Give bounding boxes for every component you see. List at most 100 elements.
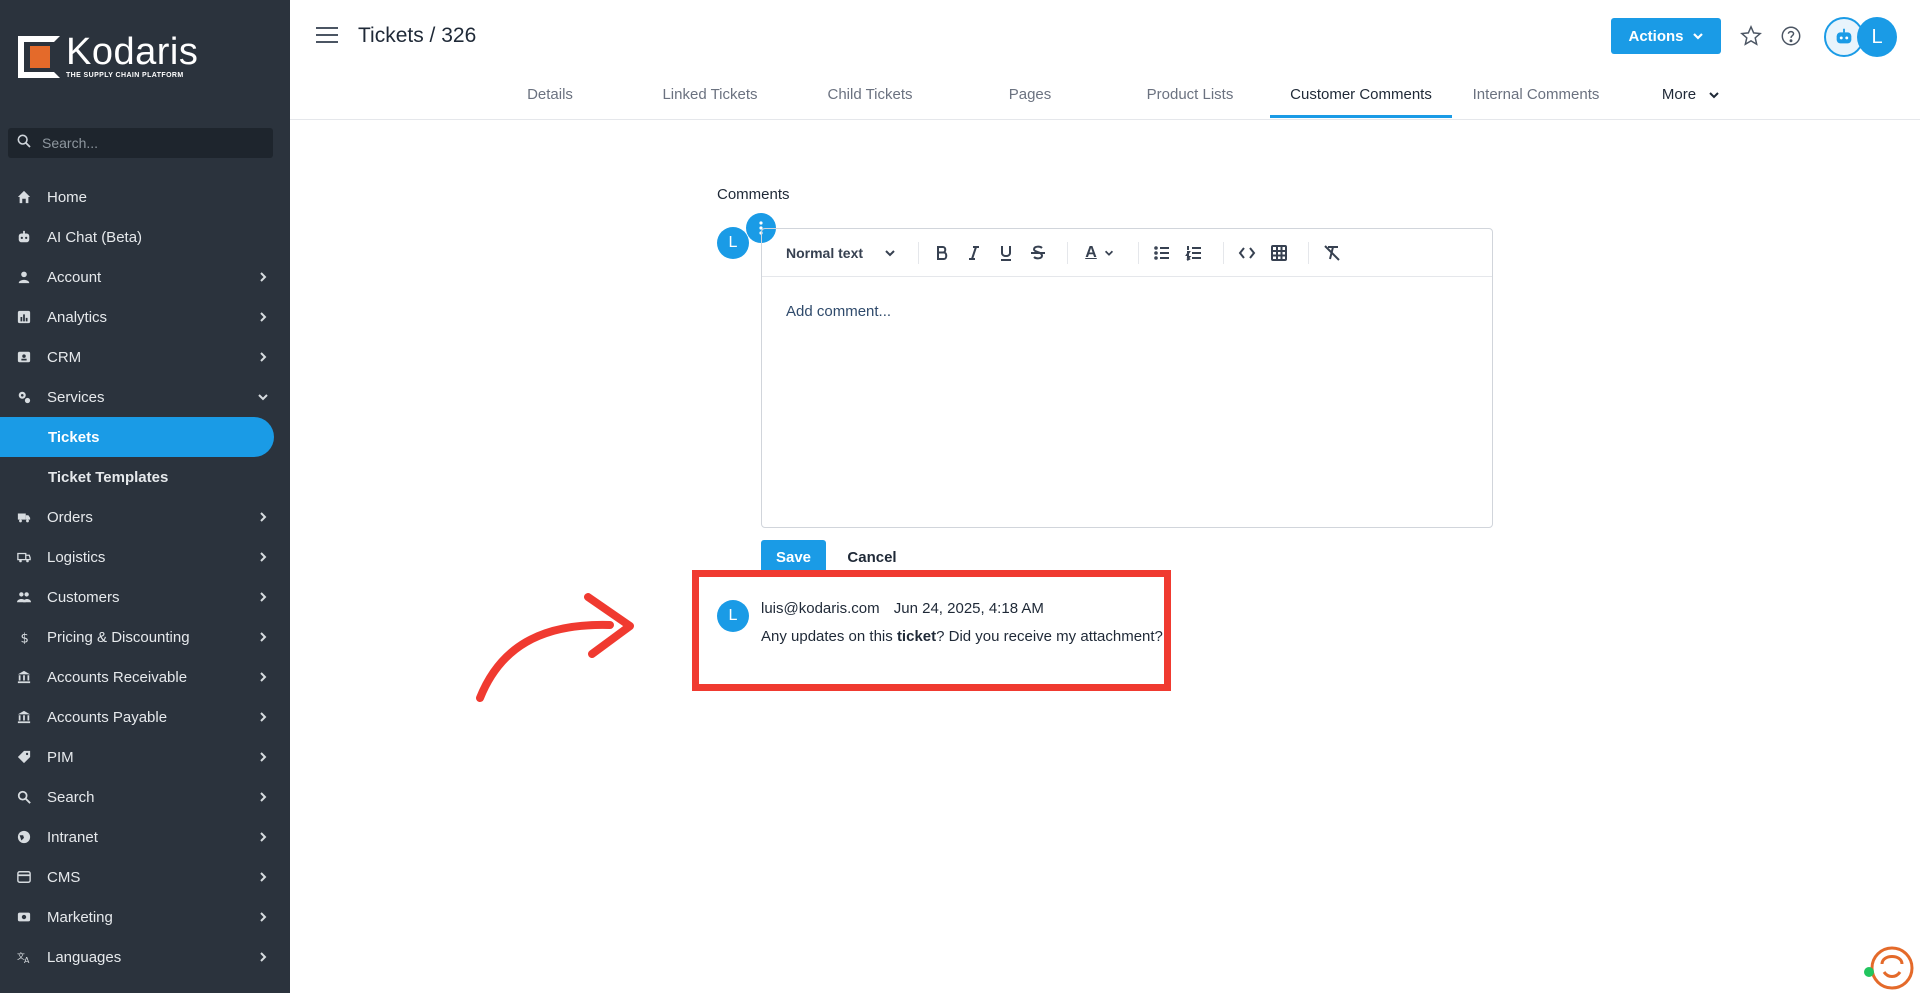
underline-icon[interactable] [993, 240, 1019, 266]
sidebar-item-search[interactable]: Search [0, 777, 290, 817]
toolbar-divider [1067, 241, 1068, 264]
sidebar-item-label: Pricing & Discounting [47, 628, 190, 646]
cms-icon [16, 869, 32, 885]
editor-toolbar: Normal text A [762, 229, 1492, 277]
bold-icon[interactable] [929, 240, 955, 266]
sidebar-item-marketing[interactable]: Marketing [0, 897, 290, 937]
strikethrough-icon[interactable] [1025, 240, 1051, 266]
kodaris-logo[interactable]: Kodaris THE SUPPLY CHAIN PLATFORM [18, 33, 198, 79]
help-icon[interactable] [1780, 25, 1802, 47]
tab-linked-tickets[interactable]: Linked Tickets [630, 76, 790, 120]
chevron-right-icon [256, 750, 270, 764]
toolbar-divider [1138, 241, 1139, 264]
tab-more[interactable]: More [1620, 76, 1762, 114]
text-format-dropdown[interactable]: Normal text [786, 245, 908, 261]
sidebar-search[interactable] [8, 128, 273, 158]
tab-pages[interactable]: Pages [950, 76, 1110, 120]
sidebar-item-intranet[interactable]: Intranet [0, 817, 290, 857]
sidebar-item-label: Analytics [47, 308, 108, 326]
chevron-right-icon [256, 550, 270, 564]
comment-text-part: Any updates on this [761, 628, 897, 645]
comment-input[interactable]: Add comment... [762, 277, 1492, 346]
sidebar-item-crm[interactable]: CRM [0, 337, 290, 377]
tab-details[interactable]: Details [470, 76, 630, 120]
svg-text:A: A [24, 956, 30, 964]
text-color-glyph: A [1085, 243, 1097, 261]
save-button[interactable]: Save [761, 540, 826, 574]
sidebar-item-label: Orders [47, 508, 93, 526]
chevron-right-icon [256, 350, 270, 364]
shipping-icon [16, 549, 32, 565]
chevron-right-icon [256, 790, 270, 804]
sidebar-item-customers[interactable]: Customers [0, 577, 290, 617]
sidebar-item-accounts-receivable[interactable]: Accounts Receivable [0, 657, 290, 697]
user-avatar[interactable]: L [1857, 17, 1897, 57]
chevron-right-icon [256, 870, 270, 884]
sidebar-item-cms[interactable]: CMS [0, 857, 290, 897]
sidebar-item-orders[interactable]: Orders [0, 497, 290, 537]
text-color-dropdown[interactable]: A [1078, 240, 1122, 266]
robot-icon [1836, 28, 1852, 44]
chevron-down-icon [1692, 33, 1703, 40]
kodaris-logo-mark [18, 35, 60, 78]
sidebar-item-services[interactable]: Services [0, 377, 290, 417]
sidebar-item-pricing[interactable]: $ Pricing & Discounting [0, 617, 290, 657]
chevron-right-icon [256, 950, 270, 964]
chat-support-icon[interactable] [1866, 942, 1914, 990]
chevron-right-icon [256, 270, 270, 284]
sidebar-item-label: Marketing [47, 908, 113, 926]
chevron-right-icon [256, 310, 270, 324]
search-icon [16, 133, 32, 154]
page-header: Tickets / 326 Actions L Details Linked T… [290, 0, 1920, 120]
text-format-label: Normal text [786, 244, 864, 261]
services-icon [16, 389, 32, 405]
chevron-down-icon [885, 249, 895, 256]
chevron-right-icon [256, 710, 270, 724]
sidebar-item-label: Account [47, 268, 102, 286]
numbered-list-icon[interactable] [1181, 240, 1207, 266]
cancel-button[interactable]: Cancel [836, 540, 908, 574]
sidebar-item-ai-chat[interactable]: AI Chat (Beta) [0, 217, 290, 257]
tab-product-lists[interactable]: Product Lists [1110, 76, 1270, 120]
sidebar-nav: Home AI Chat (Beta) Account Analytics CR… [0, 177, 290, 977]
home-icon [16, 189, 32, 205]
translate-icon: 文A [16, 949, 32, 965]
sidebar-item-languages[interactable]: 文A Languages [0, 937, 290, 977]
tab-internal-comments[interactable]: Internal Comments [1452, 76, 1620, 120]
sidebar-item-logistics[interactable]: Logistics [0, 537, 290, 577]
chevron-right-icon [256, 830, 270, 844]
comment-editor: Normal text A Add comment... [761, 228, 1493, 528]
bank-icon [16, 709, 32, 725]
actions-label: Actions [1628, 27, 1684, 45]
tab-customer-comments[interactable]: Customer Comments [1270, 76, 1452, 120]
bullet-list-icon[interactable] [1149, 240, 1175, 266]
comment-meta: luis@kodaris.com Jun 24, 2025, 4:18 AM [761, 600, 1044, 617]
sidebar-item-analytics[interactable]: Analytics [0, 297, 290, 337]
comment-editor-avatar: L [717, 227, 749, 259]
sidebar-item-pim[interactable]: PIM [0, 737, 290, 777]
code-icon[interactable] [1234, 240, 1260, 266]
sidebar-item-tickets[interactable]: Tickets [0, 417, 274, 457]
tab-more-label: More [1661, 86, 1697, 103]
page-title: Tickets / 326 [358, 24, 477, 47]
arrow-annotation-icon [476, 593, 634, 702]
sidebar-item-label: Search [47, 788, 95, 806]
sidebar-item-label: Logistics [47, 548, 106, 566]
sidebar-item-label: PIM [47, 748, 74, 766]
tab-child-tickets[interactable]: Child Tickets [790, 76, 950, 120]
sidebar-item-home[interactable]: Home [0, 177, 290, 217]
sidebar-item-ticket-templates[interactable]: Ticket Templates [0, 457, 290, 497]
sidebar-search-input[interactable] [42, 135, 262, 151]
online-status-indicator [1864, 967, 1874, 977]
actions-button[interactable]: Actions [1611, 18, 1721, 54]
menu-icon[interactable] [316, 27, 338, 47]
sidebar-item-account[interactable]: Account [0, 257, 290, 297]
comment-text: Any updates on this ticket? Did you rece… [761, 628, 1163, 645]
star-icon[interactable] [1740, 25, 1762, 47]
italic-icon[interactable] [961, 240, 987, 266]
megaphone-icon [16, 909, 32, 925]
comment-date: Jun 24, 2025, 4:18 AM [893, 600, 1044, 617]
sidebar-item-accounts-payable[interactable]: Accounts Payable [0, 697, 290, 737]
table-icon[interactable] [1266, 240, 1292, 266]
clear-formatting-icon[interactable] [1319, 240, 1345, 266]
